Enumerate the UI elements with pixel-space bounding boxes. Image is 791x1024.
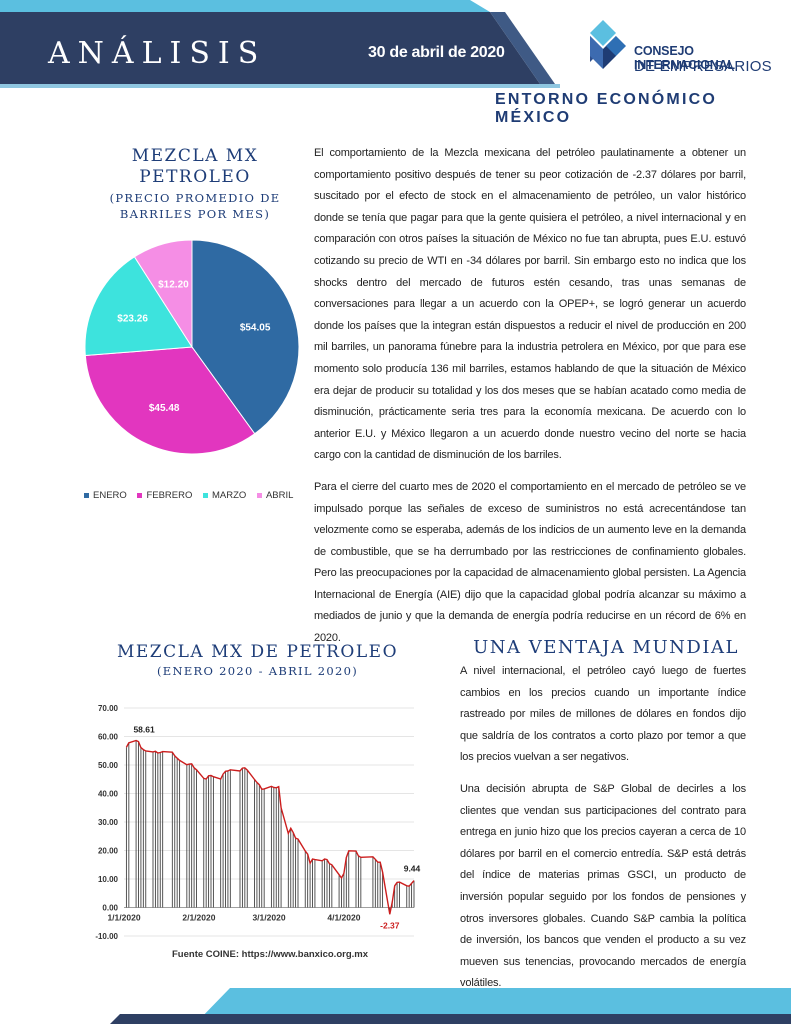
legend-swatch-febrero <box>137 492 143 498</box>
section1-paragraph1: El comportamiento de la Mezcla mexicana … <box>314 147 746 462</box>
legend-label-abril: ABRIL <box>265 490 294 501</box>
x-tick-label: 3/1/2020 <box>252 913 285 923</box>
section3-paragraph1: A nivel internacional, el petróleo cayó … <box>460 665 746 764</box>
y-tick-label: 20.00 <box>98 847 119 856</box>
legend-item-abril: ABRIL <box>256 490 294 501</box>
y-tick-label: 70.00 <box>98 704 119 713</box>
section3-title: UNA VENTAJA MUNDIAL <box>473 637 739 658</box>
annotation-last: 9.44 <box>404 864 421 874</box>
section3-body: A nivel internacional, el petróleo cayó … <box>460 661 746 995</box>
section1-title-line2: PETROLEO <box>139 167 251 187</box>
x-tick-label: 2/1/2020 <box>182 913 215 923</box>
legend-item-enero: ENERO <box>84 490 127 501</box>
pie-label-febrero: $45.48 <box>149 403 180 414</box>
annotation-min: -2.37 <box>380 920 400 930</box>
legend-swatch-abril <box>256 492 262 498</box>
line-chart: 70.00 60.00 50.00 40.00 30.00 20.00 10.00 0.00 -… <box>95 704 421 941</box>
price-line <box>125 739 415 915</box>
header-subtitle: ENTORNO ECONÓMICO MÉXICO <box>495 91 718 126</box>
y-tick-label: -10.00 <box>95 932 118 941</box>
legend-label-enero: ENERO <box>93 490 127 501</box>
y-tick-label: 40.00 <box>98 790 119 799</box>
section2-subtitle: (ENERO 2020 - ABRIL 2020) <box>156 664 359 678</box>
section1-body: El comportamiento de la Mezcla mexicana … <box>314 143 746 650</box>
section1-title-line1: MEZCLA MX <box>131 146 259 166</box>
chart-source: Fuente COINE: https://www.banxico.org.mx <box>172 949 368 960</box>
legend-swatch-enero <box>84 492 89 498</box>
section2-title: MEZCLA MX DE PETROLEO <box>116 642 399 662</box>
header-title: ANÁLISIS <box>48 36 267 71</box>
header-date: 30 de abril de 2020 <box>368 44 505 61</box>
pie-label-abril: $12.20 <box>158 279 189 290</box>
legend-label-febrero: FEBRERO <box>146 490 193 501</box>
pie-label-enero: $54.05 <box>240 323 271 334</box>
section1-subtitle-line2: BARRILES POR MES) <box>119 207 271 221</box>
legend-label-marzo: MARZO <box>212 490 247 501</box>
x-tick-label: 1/1/2020 <box>107 913 140 923</box>
legend-item-marzo: MARZO <box>203 490 246 501</box>
footer-band-navy <box>110 1014 791 1024</box>
legend-swatch-marzo <box>203 492 209 498</box>
logo-mark-icon <box>590 20 626 69</box>
section1-paragraph2: Para el cierre del cuarto mes de 2020 el… <box>314 480 746 645</box>
footer-banner <box>110 988 791 1024</box>
y-tick-label: 10.00 <box>98 875 119 884</box>
x-tick-label: 4/1/2020 <box>327 913 360 923</box>
section1-title: MEZCLA MX PETROLEO <box>80 146 310 188</box>
y-tick-label: 60.00 <box>98 733 119 742</box>
pie-legend: ENERO FEBRERO MARZO ABRIL <box>84 490 314 501</box>
annotation-max: 58.61 <box>133 724 155 734</box>
section1-subtitle-line1: (PRECIO PROMEDIO DE <box>109 191 281 205</box>
section3-paragraph2: Una decisión abrupta de S&P Global de de… <box>460 782 746 990</box>
logo-text-line2: DE EMPRESARIOS <box>634 58 772 75</box>
y-tick-label: 0.00 <box>102 904 118 913</box>
header-stripe-teal <box>0 0 490 12</box>
y-tick-label: 50.00 <box>98 761 119 770</box>
pie-chart: $54.05 $45.48 $23.26 $12.20 <box>84 239 300 455</box>
section1-subtitle: (PRECIO PROMEDIO DE BARRILES POR MES) <box>80 190 310 222</box>
pie-label-marzo: $23.26 <box>117 313 148 324</box>
header-underline <box>0 84 560 88</box>
y-tick-label: 30.00 <box>98 818 119 827</box>
legend-item-febrero: FEBRERO <box>137 490 192 501</box>
